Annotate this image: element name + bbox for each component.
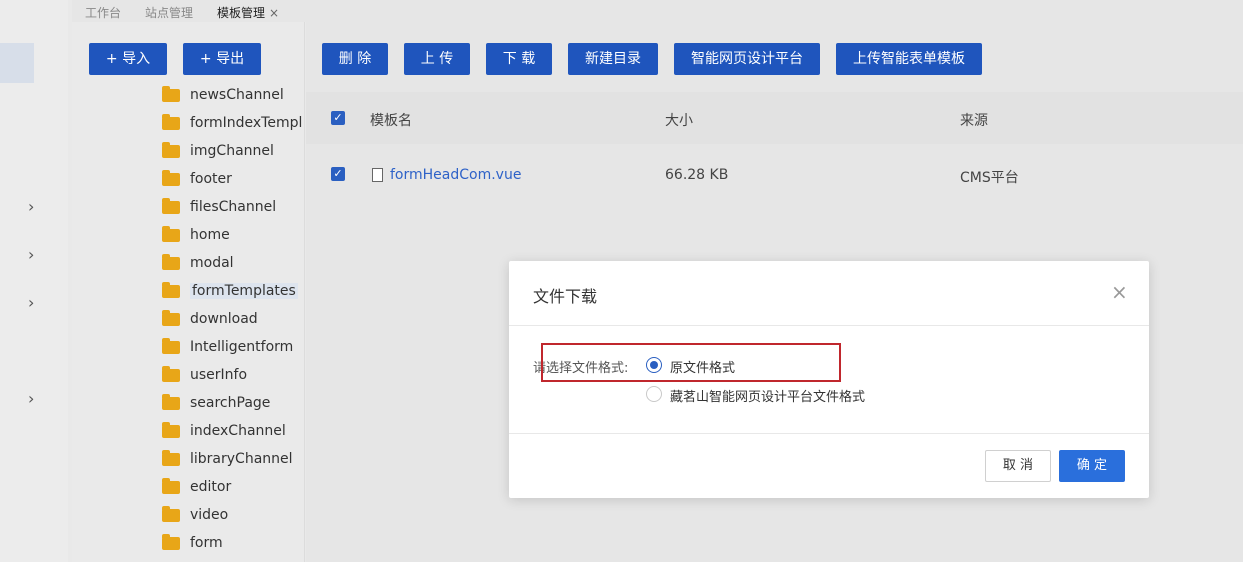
delete-button[interactable]: 删 除 (322, 43, 388, 75)
folder-icon (162, 450, 180, 466)
folder-label: video (190, 507, 229, 523)
file-size: 66.28 KB (665, 167, 729, 183)
tab-label: 模板管理 (217, 6, 266, 20)
folder-label: formIndexTempl (190, 115, 303, 131)
row-checkbox[interactable]: ✓ (331, 167, 345, 181)
folder-label: home (190, 227, 230, 243)
folder-icon (162, 226, 180, 242)
chevron-right-icon[interactable]: › (28, 197, 34, 216)
table-header (306, 92, 1243, 144)
highlight-annotation (541, 343, 841, 382)
smart-platform-button[interactable]: 智能网页设计平台 (674, 43, 820, 75)
folder-label: indexChannel (190, 423, 286, 439)
column-header-size: 大小 (665, 113, 693, 129)
radio-platform-format-label[interactable]: 藏茗山智能网页设计平台文件格式 (670, 386, 865, 405)
column-header-name: 模板名 (370, 113, 412, 129)
folder-icon (162, 198, 180, 214)
folder-icon (162, 142, 180, 158)
upload-button[interactable]: 上 传 (404, 43, 470, 75)
confirm-button[interactable]: 确 定 (1059, 450, 1125, 482)
folder-label: filesChannel (190, 199, 277, 215)
folder-label: form (190, 535, 223, 551)
folder-label: formTemplates (190, 283, 298, 299)
tab-bar: 工作台 站点管理 模板管理 × (72, 0, 1243, 22)
select-all-checkbox[interactable]: ✓ (331, 111, 345, 125)
chevron-right-icon[interactable]: › (28, 389, 34, 408)
column-header-source: 来源 (960, 113, 988, 129)
folder-icon (162, 310, 180, 326)
tab-close-icon[interactable]: × (269, 6, 279, 20)
folder-label: modal (190, 255, 234, 271)
dialog-divider (509, 325, 1149, 326)
folder-icon (162, 338, 180, 354)
folder-icon (162, 254, 180, 270)
folder-label: searchPage (190, 395, 271, 411)
folder-icon (162, 366, 180, 382)
dialog-title: 文件下载 (533, 287, 598, 306)
tab-site-management[interactable]: 站点管理 (145, 4, 193, 21)
folder-icon (162, 478, 180, 494)
dialog-divider (509, 433, 1149, 434)
upload-form-template-button[interactable]: 上传智能表单模板 (836, 43, 982, 75)
file-icon (372, 168, 383, 182)
file-name-link[interactable]: formHeadCom.vue (390, 167, 521, 183)
folder-icon (162, 170, 180, 186)
left-nav-active-item[interactable] (0, 43, 34, 83)
tab-template-management[interactable]: 模板管理 × (217, 4, 279, 21)
folder-icon (162, 86, 180, 102)
chevron-right-icon[interactable]: › (28, 293, 34, 312)
folder-label: userInfo (190, 367, 248, 383)
folder-icon (162, 114, 180, 130)
folder-label: newsChannel (190, 87, 284, 103)
folder-label: download (190, 311, 258, 327)
folder-label: libraryChannel (190, 451, 293, 467)
radio-platform-format[interactable] (646, 386, 662, 402)
import-button[interactable]: + 导入 (89, 43, 167, 75)
close-icon[interactable]: × (1111, 280, 1128, 304)
download-button[interactable]: 下 载 (486, 43, 552, 75)
folder-icon (162, 394, 180, 410)
folder-label: imgChannel (190, 143, 274, 159)
tab-workbench[interactable]: 工作台 (85, 4, 121, 21)
new-directory-button[interactable]: 新建目录 (568, 43, 658, 75)
folder-icon (162, 422, 180, 438)
folder-icon (162, 506, 180, 522)
left-nav: › › › › (0, 0, 68, 562)
cancel-button[interactable]: 取 消 (985, 450, 1051, 482)
folder-label: editor (190, 479, 232, 495)
file-source: CMS平台 (960, 170, 1019, 186)
chevron-right-icon[interactable]: › (28, 245, 34, 264)
folder-label: Intelligentform (190, 339, 294, 355)
folder-icon (162, 534, 180, 550)
folder-icon (162, 282, 180, 298)
export-button[interactable]: + 导出 (183, 43, 261, 75)
folder-label: footer (190, 171, 232, 187)
